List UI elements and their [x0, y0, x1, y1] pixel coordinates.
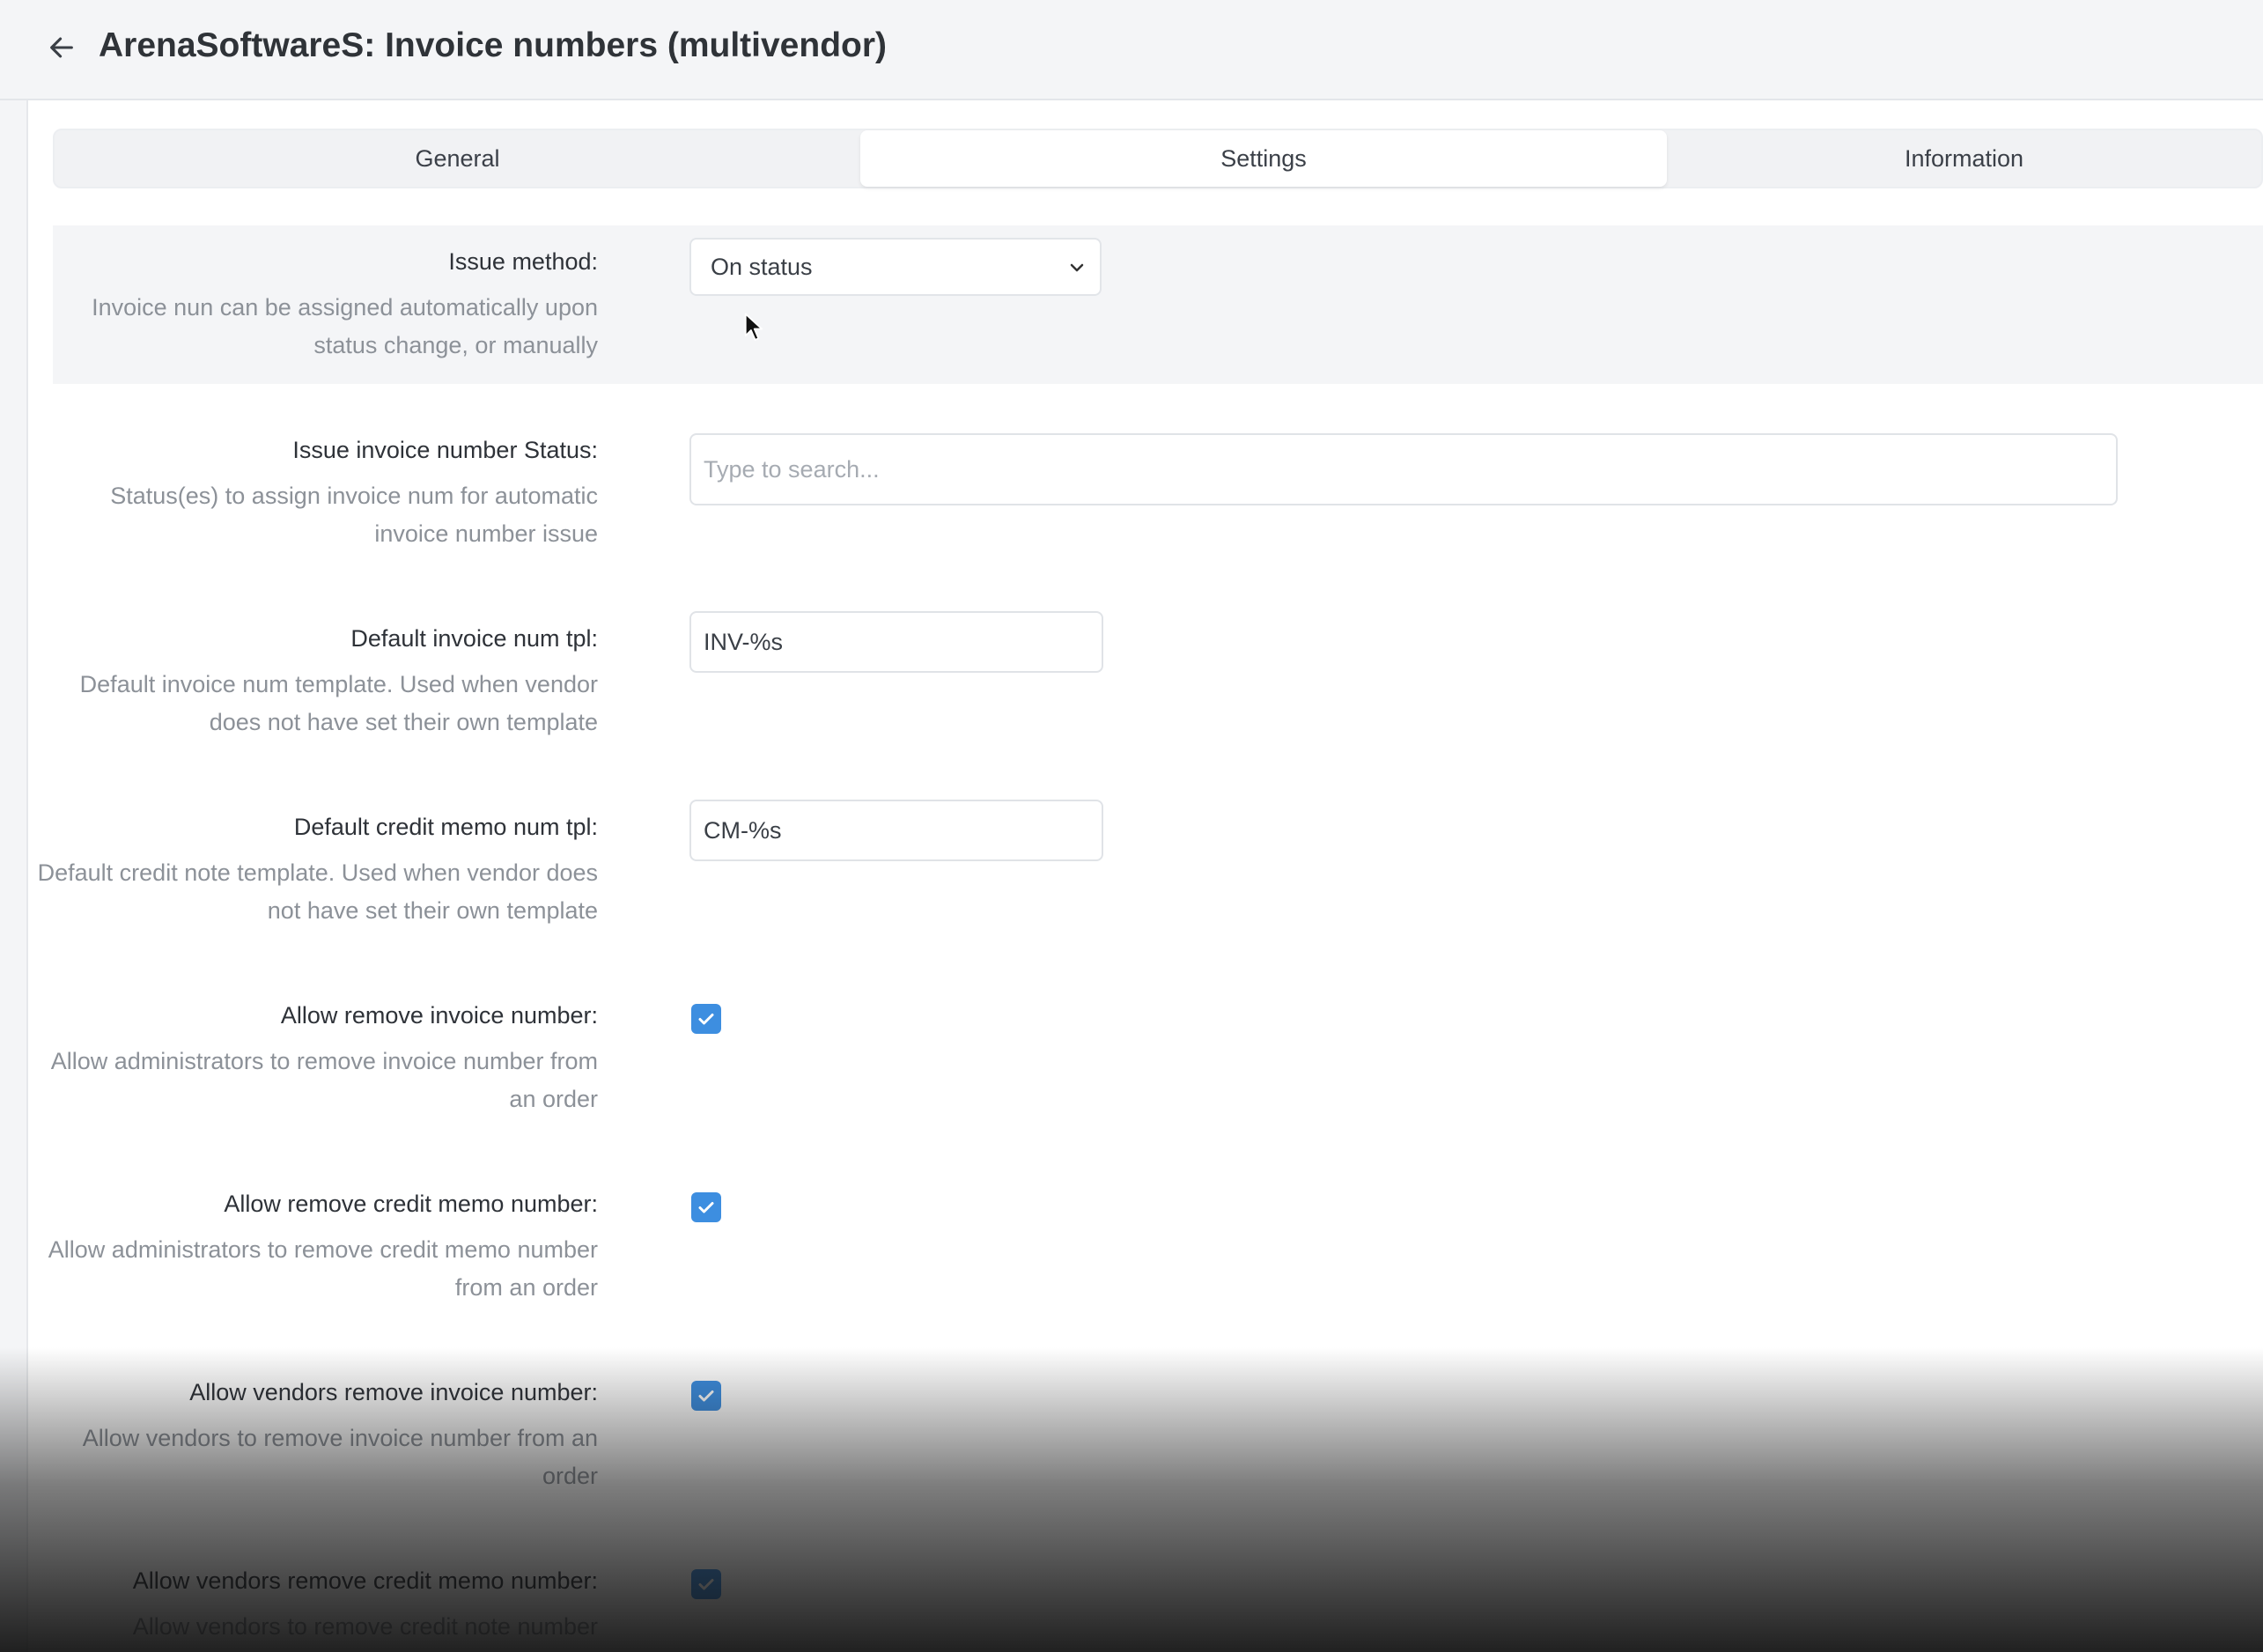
setting-row-issue-method: Issue method: Invoice nun can be assigne… [53, 225, 2263, 384]
issue-status-search-input[interactable]: Type to search... [689, 433, 2118, 505]
tab-settings[interactable]: Settings [860, 130, 1667, 187]
mouse-cursor-icon [744, 313, 763, 341]
setting-row-invoice-tpl: Default invoice num tpl: Default invoice… [53, 602, 2263, 761]
issue-status-description: Status(es) to assign invoice num for aut… [110, 483, 598, 547]
issue-status-label: Issue invoice number Status: [292, 437, 598, 463]
setting-row-issue-status: Issue invoice number Status: Status(es) … [53, 414, 2263, 572]
allow-remove-invoice-label: Allow remove invoice number: [280, 1002, 598, 1029]
setting-row-vendors-remove-invoice: Allow vendors remove invoice number: All… [53, 1356, 2263, 1515]
setting-row-credit-tpl: Default credit memo num tpl: Default cre… [38, 791, 2263, 949]
credit-tpl-label: Default credit memo num tpl: [293, 814, 598, 840]
tab-bar: General Settings Information [53, 129, 2263, 188]
setting-row-allow-remove-invoice: Allow remove invoice number: Allow admin… [51, 979, 2263, 1138]
invoice-tpl-label: Default invoice num tpl: [350, 625, 598, 652]
vendors-remove-invoice-label: Allow vendors remove invoice number: [189, 1379, 598, 1405]
invoice-tpl-description: Default invoice num template. Used when … [79, 671, 598, 735]
credit-tpl-description: Default credit note template. Used when … [37, 859, 598, 924]
issue-method-label: Issue method: [448, 248, 598, 275]
allow-remove-invoice-description: Allow administrators to remove invoice n… [50, 1048, 598, 1112]
vendors-remove-credit-checkbox[interactable] [691, 1569, 721, 1599]
arrow-left-icon [50, 37, 73, 58]
page-header: ArenaSoftwareS: Invoice numbers (multive… [0, 0, 2263, 100]
issue-method-value: On status [711, 253, 813, 280]
vendors-remove-invoice-description: Allow vendors to remove invoice number f… [82, 1425, 598, 1489]
allow-remove-invoice-checkbox[interactable] [691, 1004, 721, 1034]
page-title: ArenaSoftwareS: Invoice numbers (multive… [99, 26, 888, 64]
setting-row-allow-remove-credit: Allow remove credit memo number: Allow a… [48, 1168, 2263, 1326]
issue-method-description: Invoice nun can be assigned automaticall… [92, 294, 598, 358]
allow-remove-credit-checkbox[interactable] [691, 1192, 721, 1222]
invoice-tpl-input[interactable]: INV-%s [689, 611, 1103, 673]
tab-general[interactable]: General [55, 130, 860, 187]
checkmark-icon [698, 1579, 714, 1590]
credit-tpl-input[interactable]: CM-%s [689, 800, 1103, 861]
vendors-remove-credit-label: Allow vendors remove credit memo number: [132, 1567, 598, 1594]
checkmark-icon [698, 1390, 714, 1402]
tab-information[interactable]: Information [1667, 130, 2261, 187]
back-button[interactable] [44, 30, 79, 65]
vendors-remove-credit-description: Allow vendors to remove credit note numb… [132, 1613, 598, 1640]
chevron-down-icon [1070, 263, 1084, 272]
allow-remove-credit-description: Allow administrators to remove credit me… [48, 1236, 598, 1301]
vendors-remove-invoice-checkbox[interactable] [691, 1381, 721, 1411]
setting-row-vendors-remove-credit: Allow vendors remove credit memo number:… [53, 1545, 2263, 1652]
issue-method-select[interactable]: On status [689, 238, 1102, 296]
checkmark-icon [698, 1202, 714, 1213]
checkmark-icon [698, 1014, 714, 1025]
allow-remove-credit-label: Allow remove credit memo number: [224, 1191, 598, 1217]
